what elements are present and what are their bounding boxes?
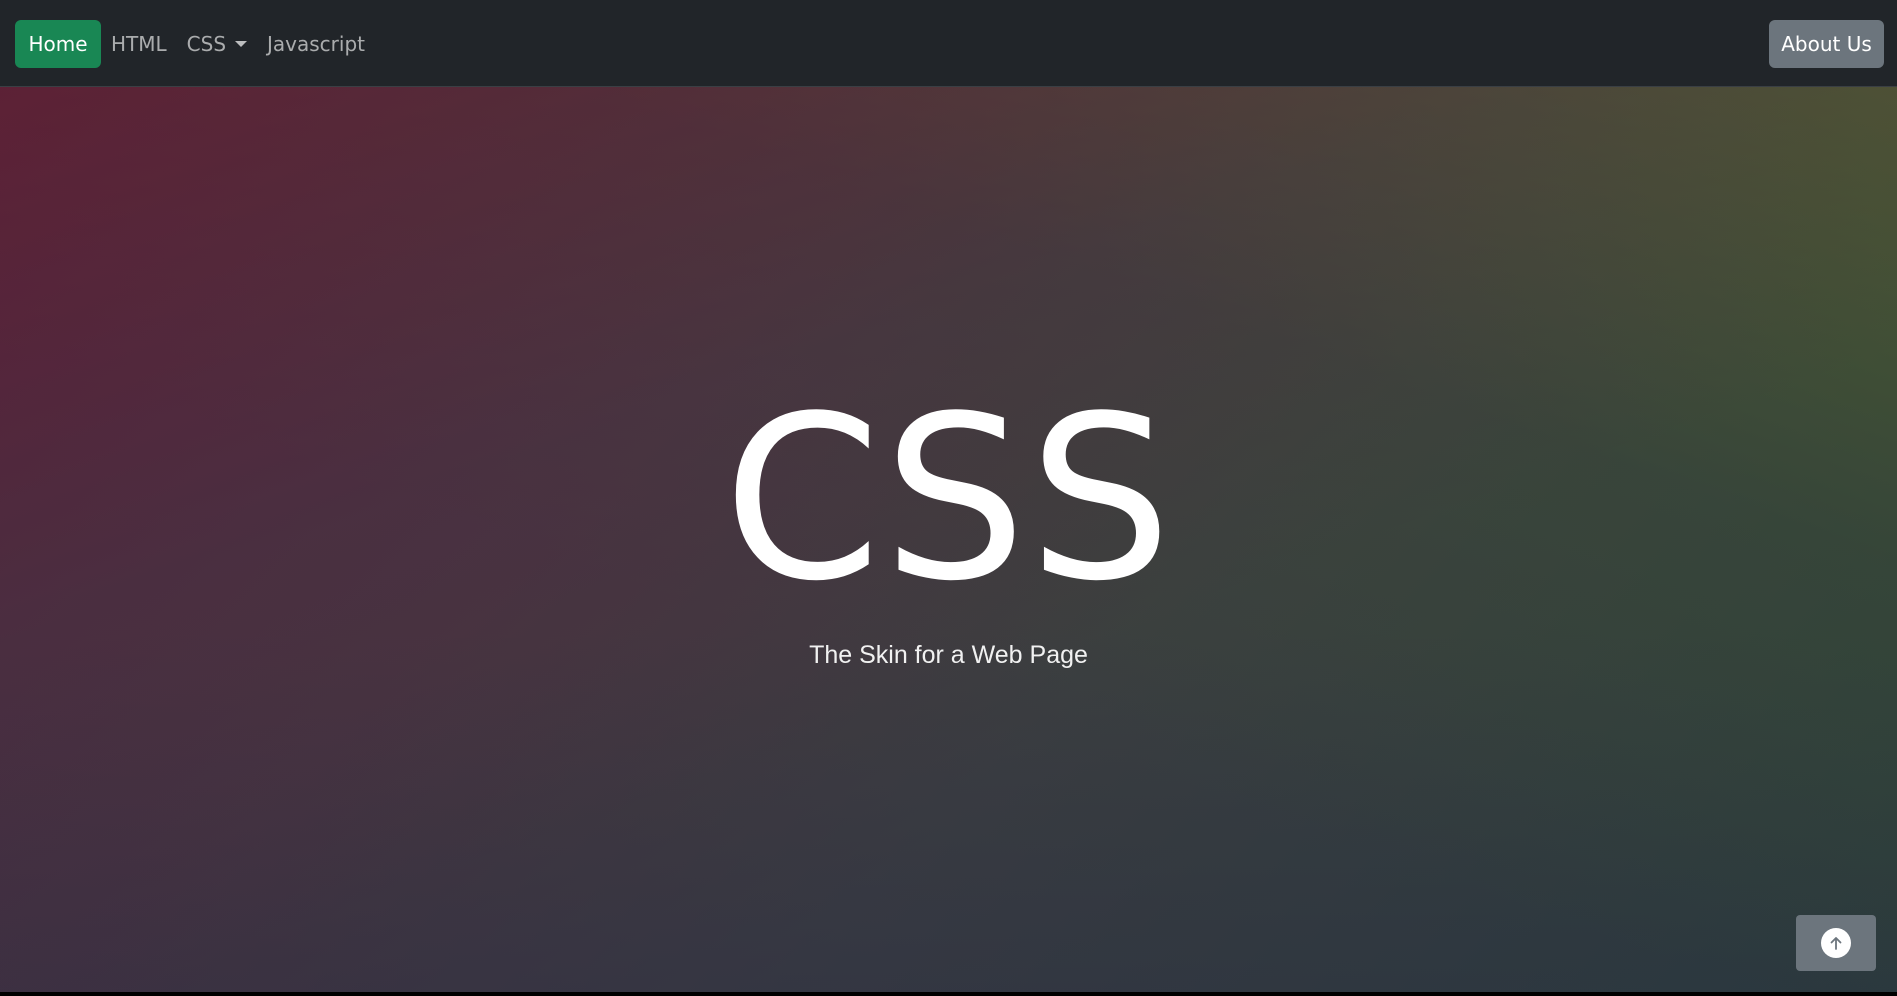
about-us-button[interactable]: About Us <box>1769 20 1884 68</box>
navbar: Home HTML CSS Javascript About Us <box>0 0 1897 87</box>
hero-title: CSS <box>723 368 1174 631</box>
nav-links: Home HTML CSS Javascript <box>15 20 365 68</box>
home-button[interactable]: Home <box>15 20 101 68</box>
hero-section: CSS The Skin for a Web Page <box>0 87 1897 992</box>
nav-link-javascript[interactable]: Javascript <box>267 32 365 56</box>
nav-link-html[interactable]: HTML <box>111 32 167 56</box>
nav-dropdown-css-label: CSS <box>186 32 227 56</box>
hero-subtitle: The Skin for a Web Page <box>809 641 1088 669</box>
nav-dropdown-css[interactable]: CSS <box>186 32 248 56</box>
arrow-up-circle-icon <box>1821 928 1851 958</box>
caret-down-icon <box>235 41 248 47</box>
page-bottom-edge <box>0 992 1897 996</box>
scroll-to-top-button[interactable] <box>1796 915 1876 971</box>
